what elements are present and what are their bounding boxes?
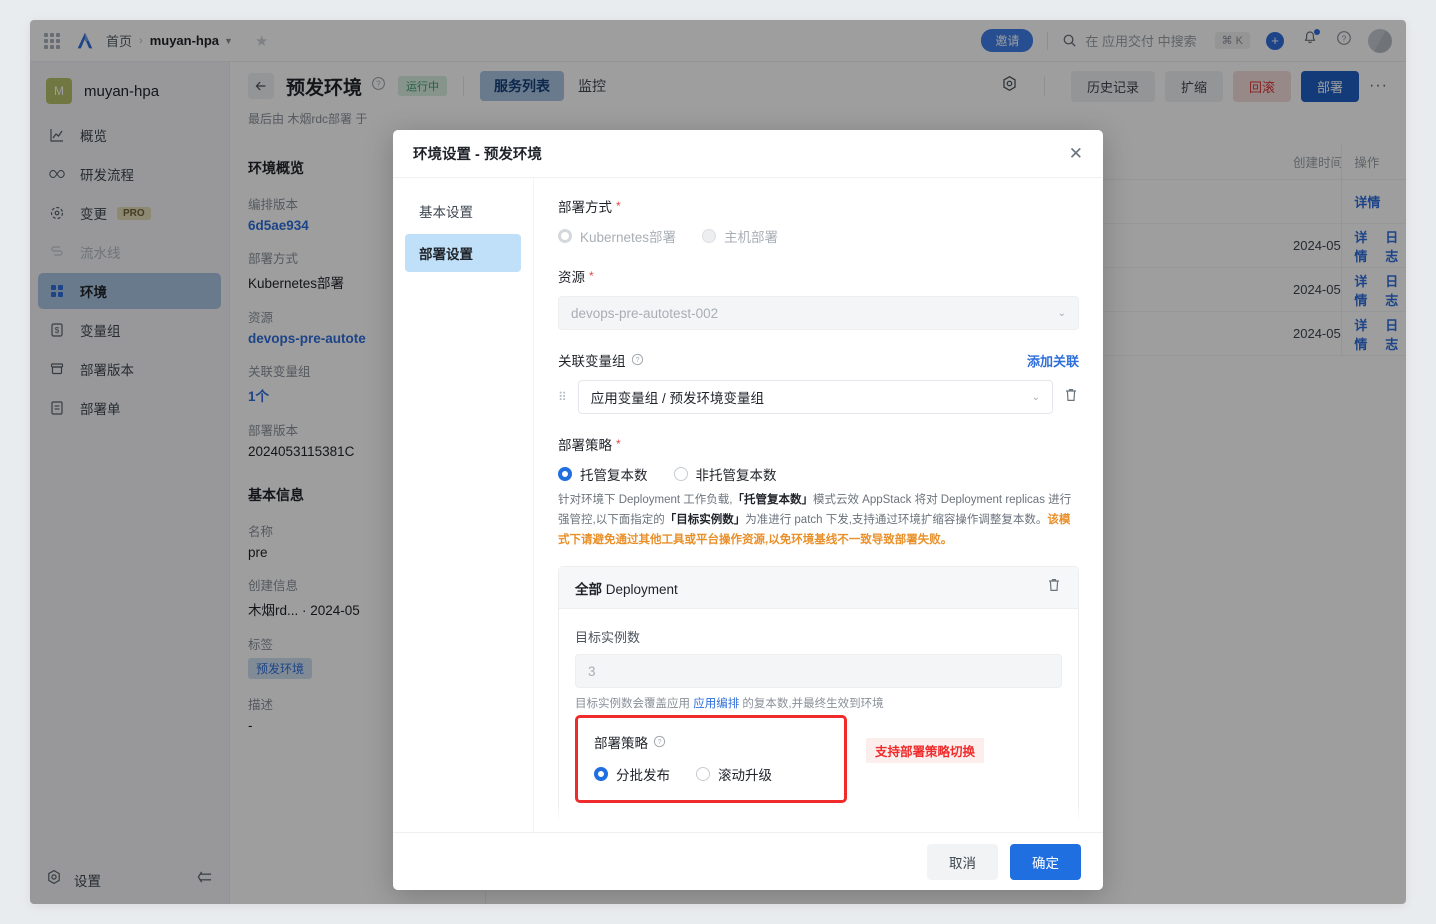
hint-suffix: 的复本数,并最终生效到环境 (739, 698, 884, 711)
desc-prefix: 针对环境下 Deployment 工作负载, (558, 494, 733, 506)
dialog-body: 基本设置 部署设置 部署方式 * Kubernetes部署 主机部署 资源 * … (393, 178, 1103, 832)
variable-group-value: 应用变量组 / 预发环境变量组 (590, 391, 765, 406)
app-orchestration-link[interactable]: 应用编排 (693, 698, 739, 710)
target-replicas-hint: 目标实例数会覆盖应用 应用编排 的复本数,并最终生效到环境 (575, 695, 1062, 711)
card-strategy-label-row: 部署策略 ? (594, 732, 828, 752)
question-circle-icon[interactable]: ? (631, 353, 644, 367)
radio-host-deploy[interactable]: 主机部署 (702, 226, 778, 246)
required-marker: * (589, 269, 594, 283)
radio-unmanaged-replicas[interactable]: 非托管复本数 (673, 464, 777, 484)
radio-circle-icon (673, 467, 688, 481)
variable-group-label-row: 关联变量组 ? 添加关联 (558, 350, 1079, 370)
hint-prefix: 目标实例数会覆盖应用 (575, 698, 694, 711)
deploy-strategy-label-row: 部署策略 * (558, 434, 1079, 454)
deploy-strategy-radio-group: 托管复本数 非托管复本数 (558, 464, 1079, 484)
deployment-card-header: 全部 Deployment (559, 567, 1078, 610)
variable-group-select[interactable]: 应用变量组 / 预发环境变量组 ⌄ (577, 380, 1053, 414)
chevron-down-icon: ⌄ (1057, 307, 1066, 319)
desc-mid-2: 为准进行 patch 下发,支持通过环境扩缩容操作调整复本数。 (745, 514, 1048, 527)
add-association-link[interactable]: 添加关联 (1027, 351, 1079, 370)
dialog-tab-basic-settings[interactable]: 基本设置 (405, 192, 521, 230)
environment-settings-dialog: 环境设置 - 预发环境 ✕ 基本设置 部署设置 部署方式 * Kubernete… (393, 130, 1103, 890)
required-marker: * (616, 437, 621, 451)
radio-managed-replicas[interactable]: 托管复本数 (558, 464, 648, 484)
dialog-header: 环境设置 - 预发环境 ✕ (393, 130, 1103, 178)
radio-circle-icon (558, 229, 572, 243)
deploy-strategy-description: 针对环境下 Deployment 工作负载,「托管复本数」模式云效 AppSta… (558, 490, 1079, 550)
variable-group-label: 关联变量组 (558, 354, 626, 369)
drag-handle-icon[interactable]: ⠿ (558, 391, 568, 403)
card-title-bold: 全部 (575, 581, 602, 597)
dialog-title: 环境设置 - 预发环境 (413, 147, 542, 163)
radio-label: 主机部署 (724, 230, 779, 245)
trash-icon[interactable] (1063, 387, 1079, 408)
deployment-card: 全部 Deployment 目标实例数 3 目标实例数会覆盖应用 应用编排 的复… (558, 566, 1079, 832)
desc-bold-2: 「目标实例数」 (664, 514, 746, 527)
target-replicas-label: 目标实例数 (575, 630, 641, 646)
deploy-mode-radio-group: Kubernetes部署 主机部署 (558, 226, 1079, 246)
radio-rolling-upgrade[interactable]: 滚动升级 (696, 764, 772, 784)
annotation-callout: 支持部署策略切换 (866, 738, 985, 764)
card-strategy-label: 部署策略 (594, 736, 648, 752)
radio-circle-icon (594, 767, 608, 782)
deploy-mode-label: 部署方式 (558, 200, 612, 215)
radio-circle-icon (702, 229, 717, 243)
resource-label: 资源 (558, 270, 585, 285)
svg-text:?: ? (635, 357, 639, 364)
deploy-strategy-highlight-box: 部署策略 ? 分批发布 滚动升级 支持部署策略切换 (575, 715, 985, 804)
app-window: 首页 › muyan-hpa ▼ ★ 邀请 在 应用交付 中搜索 ⌘ K + ?… (30, 20, 1406, 904)
radio-label: 非托管复本数 (695, 468, 777, 483)
trash-icon[interactable] (1046, 577, 1062, 598)
deploy-mode-label-row: 部署方式 * (558, 196, 1079, 216)
target-replicas-input[interactable]: 3 (575, 654, 1062, 689)
card-title-rest: Deployment (602, 581, 678, 597)
dialog-tab-deploy-settings[interactable]: 部署设置 (405, 234, 521, 272)
resource-label-row: 资源 * (558, 266, 1079, 286)
variable-group-row: ⠿ 应用变量组 / 预发环境变量组 ⌄ (558, 380, 1079, 414)
deploy-strategy-label: 部署策略 (558, 438, 612, 453)
radio-label: 托管复本数 (580, 468, 648, 483)
close-icon[interactable]: ✕ (1069, 144, 1083, 164)
dialog-main-panel: 部署方式 * Kubernetes部署 主机部署 资源 * devops-pre… (533, 178, 1103, 832)
resource-select[interactable]: devops-pre-autotest-002 ⌄ (558, 296, 1079, 330)
svg-text:?: ? (658, 740, 662, 747)
chevron-down-icon: ⌄ (1031, 391, 1040, 403)
required-marker: * (616, 199, 621, 213)
deployment-card-body: 目标实例数 3 目标实例数会覆盖应用 应用编排 的复本数,并最终生效到环境 部署… (559, 609, 1078, 832)
radio-label: Kubernetes部署 (580, 230, 677, 245)
question-circle-icon[interactable]: ? (653, 735, 666, 749)
radio-label: 分批发布 (616, 768, 670, 784)
card-strategy-radio-group: 分批发布 滚动升级 (594, 764, 828, 784)
resource-select-value: devops-pre-autotest-002 (571, 305, 719, 321)
dialog-footer: 取消 确定 (393, 832, 1103, 890)
radio-batch-release[interactable]: 分批发布 (594, 764, 670, 784)
radio-circle-icon (696, 767, 710, 782)
radio-kubernetes-deploy[interactable]: Kubernetes部署 (558, 226, 676, 246)
cancel-button[interactable]: 取消 (927, 843, 998, 880)
dialog-nav: 基本设置 部署设置 (393, 178, 533, 832)
desc-bold-1: 「托管复本数」 (732, 494, 813, 506)
deployment-card-title: 全部 Deployment (575, 578, 678, 598)
scroll-fade (534, 804, 1103, 832)
radio-circle-icon (558, 467, 572, 481)
confirm-button[interactable]: 确定 (1010, 843, 1081, 880)
radio-label: 滚动升级 (718, 768, 772, 784)
